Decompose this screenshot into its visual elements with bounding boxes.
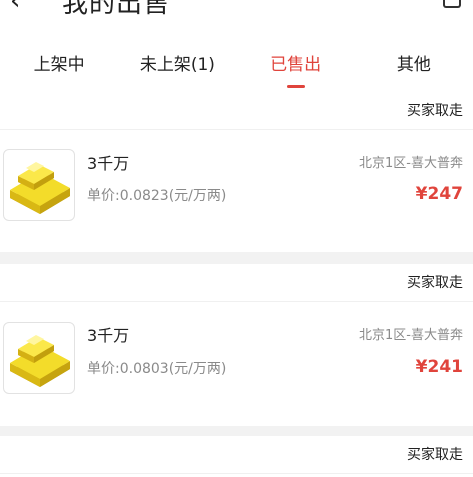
top-bar: ‹ 我的出售 <box>0 0 473 30</box>
tab-sold[interactable]: 已售出 <box>237 30 355 92</box>
back-icon[interactable]: ‹ <box>10 0 20 16</box>
unit-price: 单价:0.0803(元/万两) <box>87 358 226 378</box>
price-value: 247 <box>427 184 464 204</box>
tab-label: 其他 <box>396 55 431 75</box>
order-status: 买家取走 <box>407 275 463 291</box>
server-name: 北京1区-喜大普奔 <box>359 156 463 171</box>
tab-on-sale[interactable]: 上架中 <box>0 30 118 92</box>
gold-bars-icon <box>3 149 75 221</box>
order-card[interactable]: 买家取走 3千万 北京1区-喜大普奔 单价:0.0803(元/万两) ¥241 <box>0 264 473 426</box>
tab-bar: 上架中 未上架(1) 已售出 其他 <box>0 30 473 92</box>
tab-label: 已售出 <box>270 55 322 75</box>
menu-icon[interactable] <box>443 0 461 8</box>
tab-other[interactable]: 其他 <box>355 30 473 92</box>
order-status-row: 买家取走 <box>0 264 473 302</box>
order-card[interactable]: 买家取走 <box>0 436 473 477</box>
page-title: 我的出售 <box>62 0 171 19</box>
tab-label: 未上架(1) <box>139 55 215 75</box>
currency-symbol: ¥ <box>415 184 428 204</box>
unit-price-value: 0.0823(元/万两) <box>119 188 227 204</box>
tab-active-indicator <box>286 85 305 88</box>
order-status-row: 买家取走 <box>0 92 473 130</box>
tab-label: 上架中 <box>33 55 85 75</box>
order-status: 买家取走 <box>407 103 463 119</box>
order-status: 买家取走 <box>407 447 463 463</box>
price-value: 241 <box>427 357 464 377</box>
item-name: 3千万 <box>87 326 130 345</box>
tab-not-listed[interactable]: 未上架(1) <box>118 30 236 92</box>
unit-price-label: 单价: <box>87 361 120 377</box>
unit-price: 单价:0.0823(元/万两) <box>87 185 226 205</box>
order-status-row: 买家取走 <box>0 436 473 474</box>
total-price: ¥241 <box>416 357 463 377</box>
currency-symbol: ¥ <box>415 357 428 377</box>
item-name: 3千万 <box>87 154 130 173</box>
unit-price-label: 单价: <box>87 188 120 204</box>
gold-bars-icon <box>3 322 75 394</box>
total-price: ¥247 <box>416 184 463 204</box>
unit-price-value: 0.0803(元/万两) <box>119 361 227 377</box>
server-name: 北京1区-喜大普奔 <box>359 328 463 343</box>
order-card[interactable]: 买家取走 3千万 北京1区-喜大普奔 单价:0.0823(元/万两) ¥247 <box>0 92 473 252</box>
